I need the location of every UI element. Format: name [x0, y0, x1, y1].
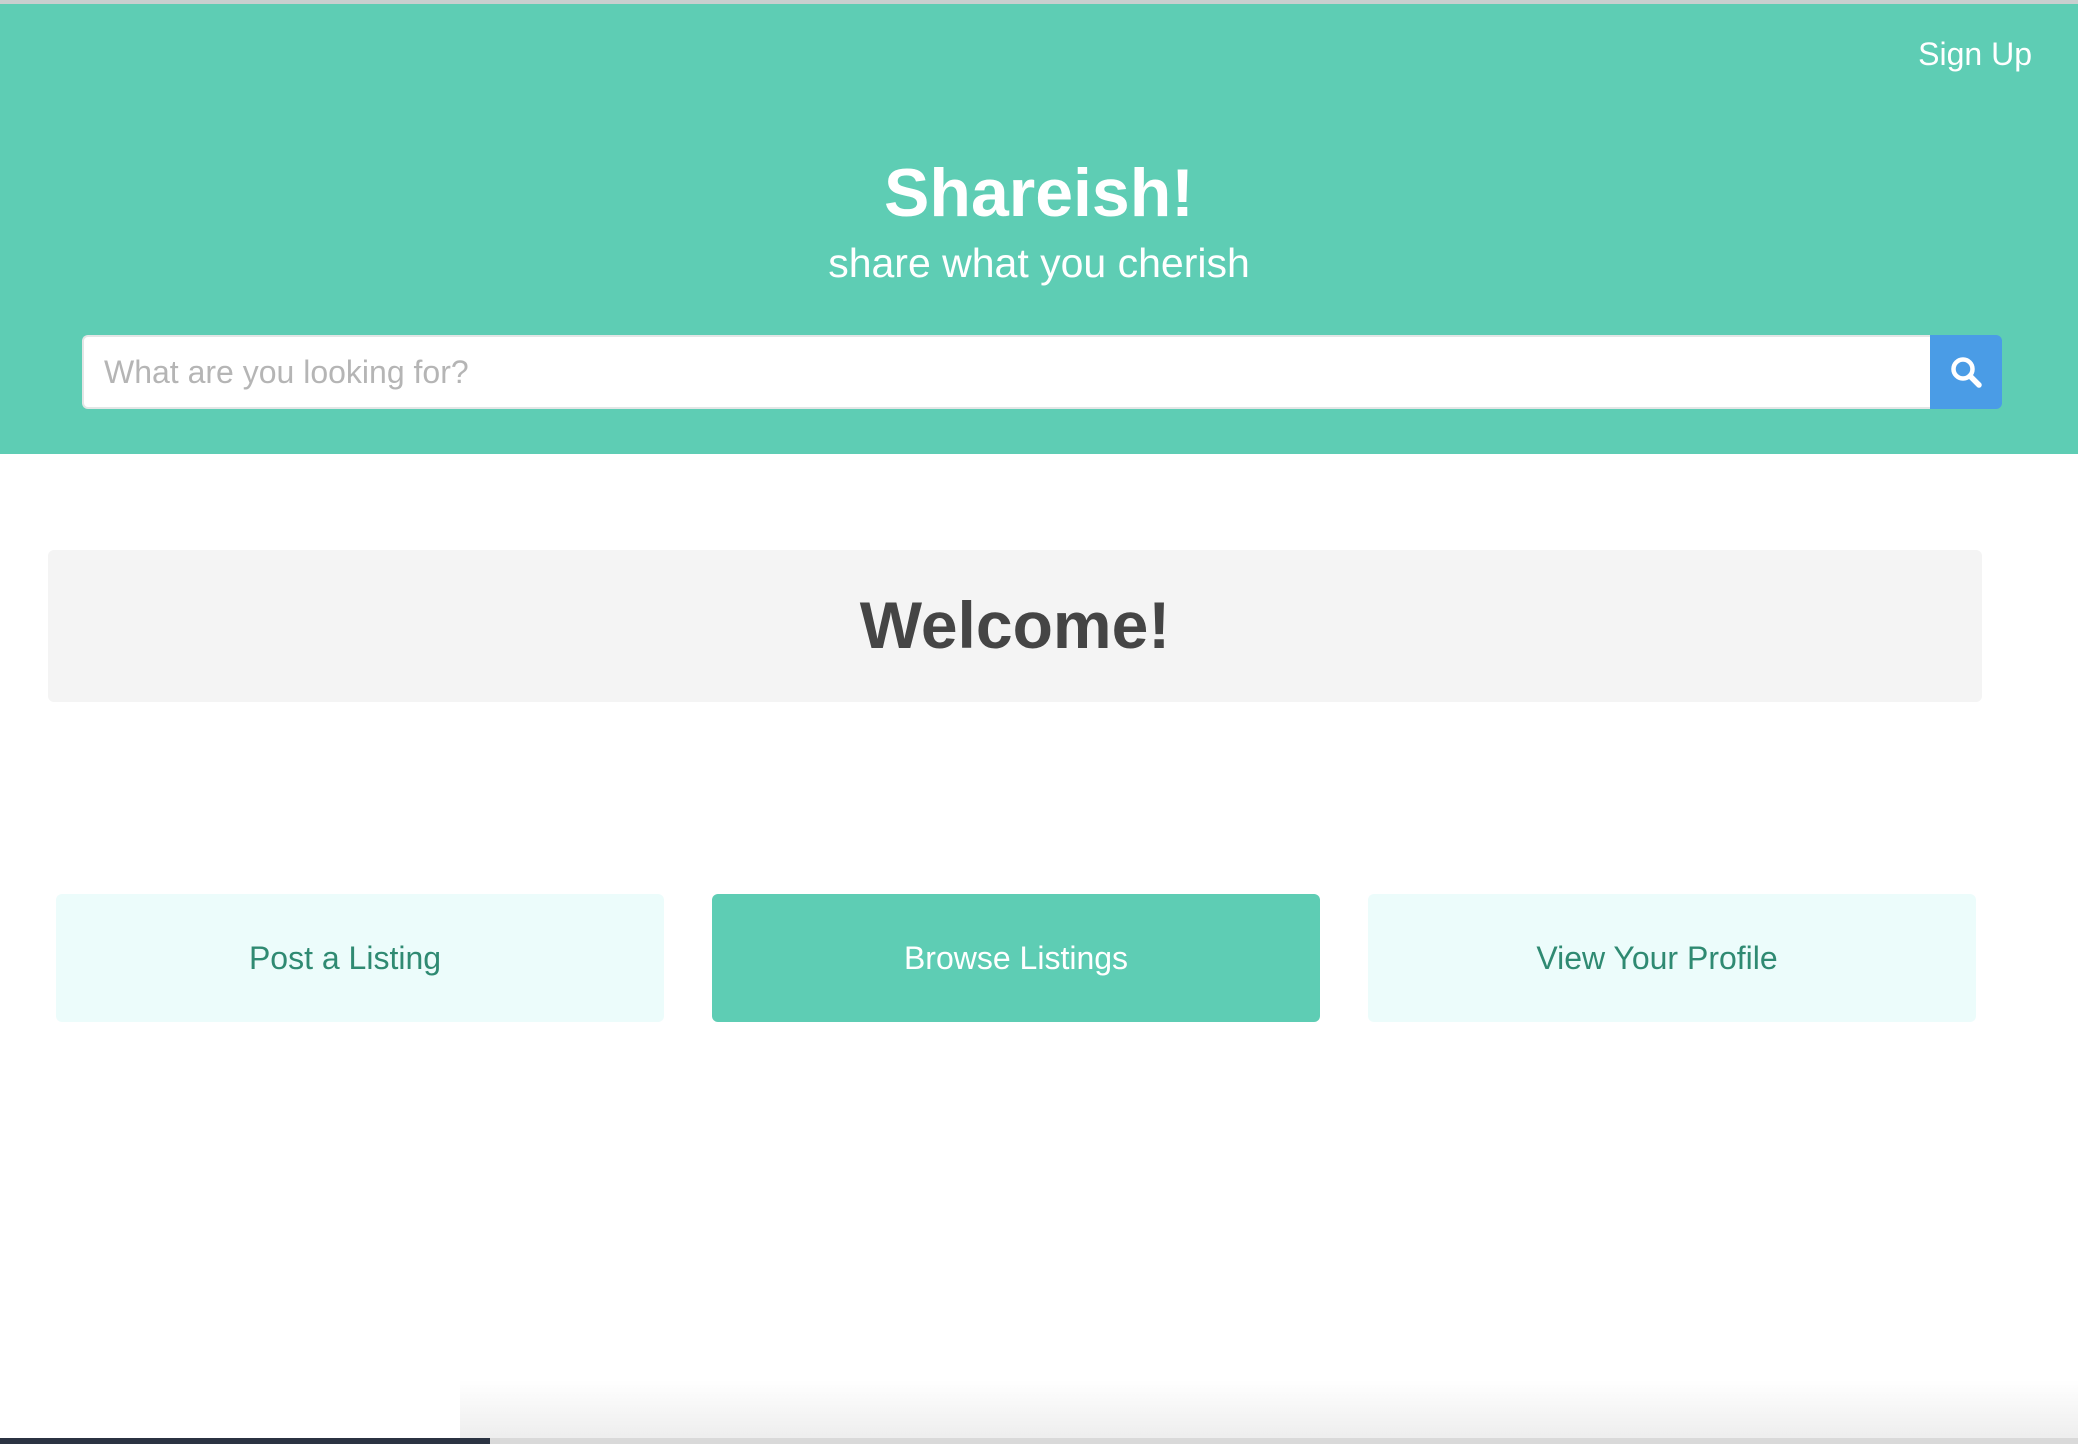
- post-listing-button[interactable]: Post a Listing: [56, 894, 664, 1022]
- hero-header: Sign Up Shareish! share what you cherish: [0, 4, 2078, 454]
- view-profile-button[interactable]: View Your Profile: [1368, 894, 1976, 1022]
- post-listing-label: Post a Listing: [248, 939, 442, 976]
- search-input[interactable]: [82, 335, 1930, 409]
- site-title: Shareish!: [884, 155, 1194, 231]
- search-icon: [1951, 357, 1982, 388]
- site-tagline: share what you cherish: [828, 240, 1250, 286]
- taskbar-edge: [0, 1438, 490, 1444]
- view-profile-label: View Your Profile: [1536, 939, 1778, 976]
- welcome-banner: Welcome!: [48, 550, 1982, 702]
- window-bottom-shadow: [460, 1380, 2078, 1438]
- sign-up-link[interactable]: Sign Up: [1918, 36, 2032, 73]
- welcome-heading: Welcome!: [859, 588, 1171, 662]
- browse-listings-label: Browse Listings: [903, 939, 1129, 976]
- search-button[interactable]: [1930, 335, 2002, 409]
- browse-listings-button[interactable]: Browse Listings: [712, 894, 1320, 1022]
- search-bar: [82, 335, 2002, 409]
